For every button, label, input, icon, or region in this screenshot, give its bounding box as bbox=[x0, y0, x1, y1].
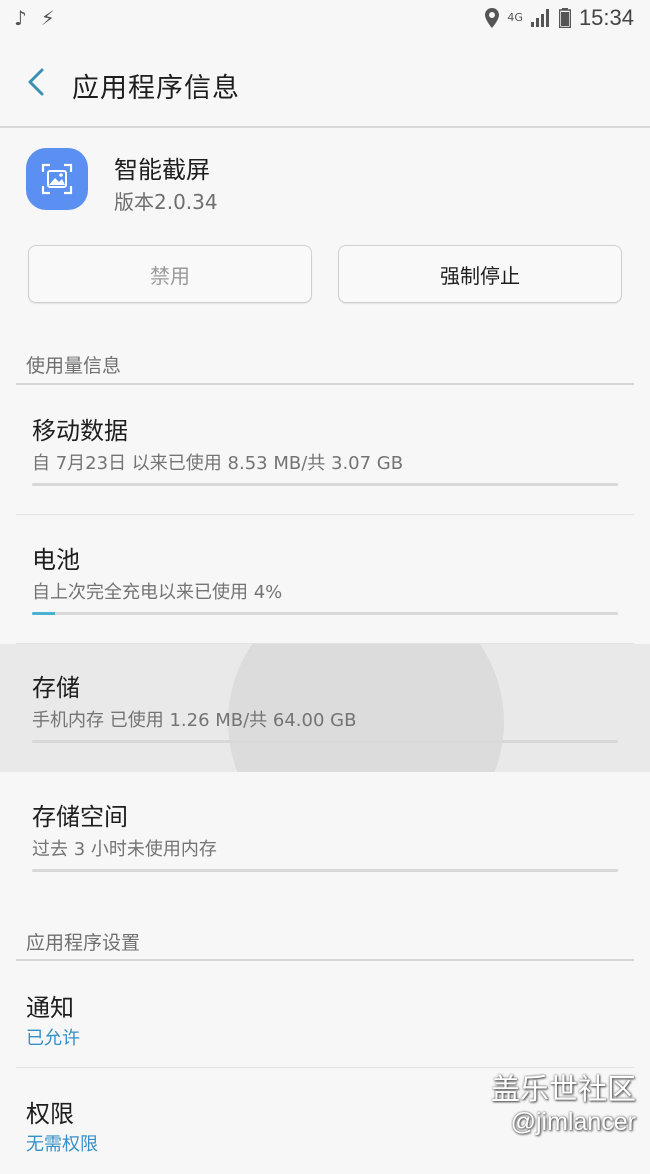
row-title: 移动数据 bbox=[32, 417, 128, 445]
page-title: 应用程序信息 bbox=[72, 73, 240, 104]
usage-progress-fill bbox=[32, 612, 56, 615]
disable-button[interactable]: 禁用 bbox=[28, 245, 312, 303]
memory-row[interactable]: 存储空间 过去 3 小时未使用内存 bbox=[0, 773, 650, 901]
storage-row[interactable]: 存储 手机内存 已使用 1.26 MB/共 64.00 GB bbox=[0, 644, 650, 772]
back-arrow-icon[interactable] bbox=[20, 64, 56, 100]
screenshot-icon bbox=[41, 163, 73, 195]
row-subtitle: 已允许 bbox=[26, 1028, 80, 1049]
row-subtitle: 手机内存 已使用 1.26 MB/共 64.00 GB bbox=[32, 710, 357, 731]
row-title: 通知 bbox=[26, 994, 74, 1022]
usage-progress-bar bbox=[32, 740, 618, 743]
status-time: 15:34 bbox=[578, 5, 634, 30]
row-subtitle: 自上次完全充电以来已使用 4% bbox=[32, 582, 283, 603]
watermark-title: 盖乐世社区 bbox=[490, 1074, 636, 1106]
usage-progress-bar bbox=[32, 869, 618, 872]
row-title: 电池 bbox=[32, 546, 80, 574]
row-divider bbox=[16, 514, 634, 515]
row-subtitle: 自 7月23日 以来已使用 8.53 MB/共 3.07 GB bbox=[32, 453, 404, 474]
location-icon bbox=[485, 8, 500, 28]
mobile-data-row[interactable]: 移动数据 自 7月23日 以来已使用 8.53 MB/共 3.07 GB bbox=[0, 387, 650, 515]
battery-icon bbox=[558, 8, 571, 28]
battery-row[interactable]: 电池 自上次完全充电以来已使用 4% bbox=[0, 516, 650, 644]
row-title: 存储 bbox=[32, 674, 80, 702]
network-type: 4G bbox=[507, 11, 523, 24]
row-title: 权限 bbox=[26, 1100, 74, 1128]
row-title: 存储空间 bbox=[32, 803, 128, 831]
app-name: 智能截屏 bbox=[114, 156, 210, 184]
status-bar: ♪ ⚡ 4G 15:34 bbox=[0, 0, 650, 40]
flash-icon: ⚡ bbox=[40, 6, 55, 30]
section-divider bbox=[16, 959, 634, 961]
app-icon bbox=[26, 148, 88, 210]
row-subtitle: 过去 3 小时未使用内存 bbox=[32, 839, 217, 860]
usage-section-header: 使用量信息 bbox=[26, 355, 122, 377]
app-info-header: 智能截屏 版本2.0.34 bbox=[0, 128, 650, 238]
settings-section-header: 应用程序设置 bbox=[26, 932, 141, 954]
section-divider bbox=[16, 383, 634, 385]
music-note-icon: ♪ bbox=[14, 6, 27, 30]
signal-icon bbox=[530, 9, 549, 27]
app-version: 版本2.0.34 bbox=[114, 190, 218, 214]
usage-progress-bar bbox=[32, 483, 618, 486]
watermark-handle: @jimlancer bbox=[510, 1108, 636, 1136]
notifications-row[interactable]: 通知 已允许 bbox=[0, 968, 650, 1068]
app-bar: 应用程序信息 bbox=[0, 40, 650, 128]
row-subtitle: 无需权限 bbox=[26, 1134, 98, 1155]
force-stop-button[interactable]: 强制停止 bbox=[338, 245, 622, 303]
usage-progress-bar bbox=[32, 612, 618, 615]
